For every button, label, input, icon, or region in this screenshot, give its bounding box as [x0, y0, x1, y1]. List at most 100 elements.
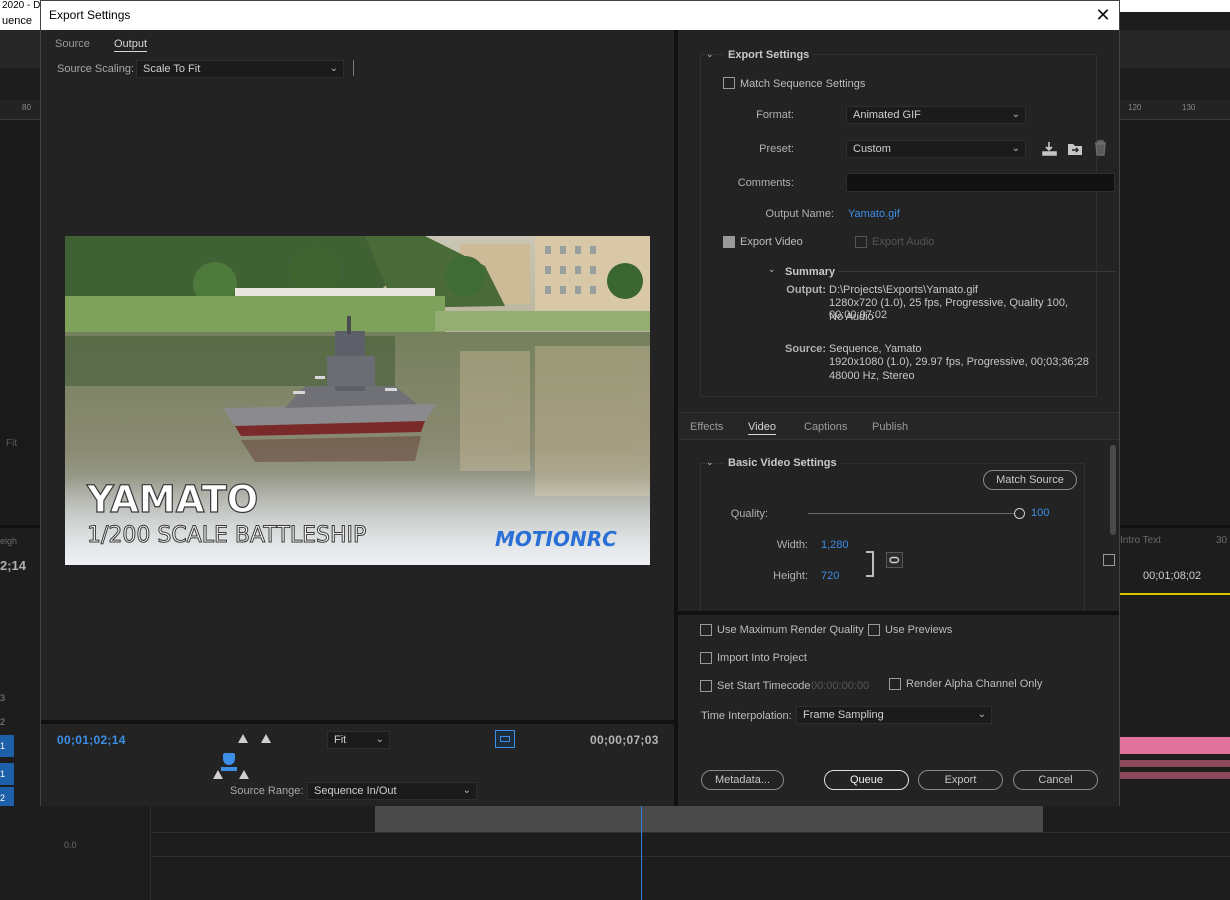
aspect-correction-icon[interactable]	[495, 730, 515, 748]
tab-effects[interactable]: Effects	[690, 421, 723, 433]
right-divider	[1120, 525, 1230, 528]
source-scaling-value: Scale To Fit	[143, 63, 201, 75]
track-label-v1[interactable]: 1	[0, 735, 14, 757]
match-sequence-checkbox[interactable]	[723, 77, 735, 89]
track-label-v2[interactable]: 2	[0, 711, 12, 733]
output-name-label: Output Name:	[765, 208, 834, 220]
timeline-line-2	[150, 856, 1230, 857]
delete-preset-icon[interactable]	[1094, 140, 1107, 156]
preview-scene: YAMATO 1/200 SCALE BATTLESHIP MOTIONRC	[65, 236, 650, 565]
time-interp-label: Time Interpolation:	[701, 710, 792, 722]
cancel-button[interactable]: Cancel	[1013, 770, 1098, 790]
source-range-value: Sequence In/Out	[314, 785, 397, 797]
zoom-value: Fit	[334, 734, 347, 746]
preview-subtitle: 1/200 SCALE BATTLESHIP	[87, 523, 366, 548]
time-interp-dropdown[interactable]: Frame Sampling ⌄	[796, 706, 992, 724]
tab-publish[interactable]: Publish	[872, 421, 908, 433]
export-audio-label: Export Audio	[872, 236, 935, 248]
export-audio-checkbox[interactable]	[855, 236, 867, 248]
range-in-handle-icon[interactable]	[213, 770, 223, 779]
render-alpha-checkbox[interactable]	[889, 678, 901, 690]
quality-value[interactable]: 100	[1031, 507, 1049, 519]
source-scaling-dropdown[interactable]: Scale To Fit ⌄	[136, 60, 344, 78]
summary-source-line-2: 1920x1080 (1.0), 29.97 fps, Progressive,…	[829, 356, 1089, 368]
comments-label: Comments:	[737, 177, 794, 189]
summary-source-line-3: 48000 Hz, Stereo	[829, 370, 915, 382]
playback-controls: 00;01;02;14 Fit ⌄ 00;00;07;03 Source Ran…	[41, 724, 674, 806]
set-start-checkbox[interactable]	[700, 680, 712, 692]
summary-output-line-3: No Audio	[829, 311, 874, 323]
left-ruler: 80	[0, 100, 40, 120]
use-previews-label: Use Previews	[885, 624, 953, 636]
output-name-link[interactable]: Yamato.gif	[848, 208, 900, 220]
fit-label: Fit	[6, 438, 18, 449]
preset-dropdown[interactable]: Custom ⌄	[846, 140, 1026, 158]
source-range-dropdown[interactable]: Sequence In/Out ⌄	[307, 782, 477, 800]
resize-checkbox[interactable]	[1103, 554, 1115, 566]
export-settings-title: Export Settings	[724, 49, 814, 61]
current-timecode[interactable]: 00;01;02;14	[57, 733, 126, 747]
quality-slider-thumb[interactable]	[1014, 508, 1025, 519]
track-label-a1[interactable]: 1	[0, 763, 14, 785]
format-value: Animated GIF	[853, 109, 921, 121]
match-sequence-label: Match Sequence Settings	[740, 78, 866, 90]
app-menu-sequence[interactable]: uence	[0, 12, 40, 30]
master-value: 0.0	[64, 840, 77, 850]
format-dropdown[interactable]: Animated GIF ⌄	[846, 106, 1026, 124]
save-preset-icon[interactable]	[1042, 141, 1057, 156]
comments-field[interactable]	[846, 173, 1115, 192]
tab-output[interactable]: Output	[114, 38, 148, 52]
preset-value: Custom	[853, 143, 891, 155]
link-dimensions-icon[interactable]	[886, 552, 903, 568]
duration-timecode: 00;00;07;03	[590, 733, 659, 747]
match-source-button[interactable]: Match Source	[983, 470, 1077, 490]
chevron-down-icon: ⌄	[977, 709, 986, 720]
zoom-dropdown[interactable]: Fit ⌄	[327, 731, 390, 749]
render-alpha-label: Render Alpha Channel Only	[906, 678, 1043, 690]
import-project-checkbox[interactable]	[700, 652, 712, 664]
chevron-down-icon: ⌄	[1011, 109, 1020, 120]
import-preset-icon[interactable]	[1067, 141, 1083, 156]
tab-video[interactable]: Video	[748, 421, 776, 435]
in-point-icon[interactable]	[238, 734, 248, 743]
set-start-label: Set Start Timecode	[717, 680, 811, 692]
tab-source[interactable]: Source	[55, 38, 90, 50]
ruler-label: 80	[22, 103, 31, 112]
right-panel-bg	[1120, 120, 1230, 525]
collapse-chevron-icon[interactable]: ⌄	[706, 49, 714, 60]
height-value[interactable]: 720	[821, 570, 839, 582]
playhead-marker-icon[interactable]	[223, 753, 235, 765]
tab-captions[interactable]: Captions	[804, 421, 847, 433]
out-point-icon[interactable]	[261, 734, 271, 743]
export-settings-dialog: Export Settings ✕ Source Output Source S…	[40, 0, 1120, 806]
width-value[interactable]: 1,280	[821, 539, 849, 551]
maroon-clip-1	[1120, 760, 1230, 767]
export-button[interactable]: Export	[918, 770, 1003, 790]
summary-chevron-icon[interactable]: ⌄	[768, 264, 776, 275]
source-range-label: Source Range:	[230, 785, 304, 797]
chevron-down-icon: ⌄	[1011, 143, 1020, 154]
dialog-title: Export Settings	[41, 1, 1119, 30]
close-icon[interactable]: ✕	[1093, 5, 1113, 25]
queue-button[interactable]: Queue	[824, 770, 909, 790]
preset-label: Preset:	[759, 143, 794, 155]
summary-source-label: Source:	[785, 343, 826, 355]
vertical-scrollbar[interactable]	[1110, 445, 1116, 535]
use-previews-checkbox[interactable]	[868, 624, 880, 636]
metadata-button[interactable]: Metadata...	[701, 770, 784, 790]
range-out-handle-icon[interactable]	[239, 770, 249, 779]
quality-slider-track[interactable]	[808, 513, 1020, 514]
video-preview: YAMATO 1/200 SCALE BATTLESHIP MOTIONRC	[65, 236, 650, 565]
max-render-checkbox[interactable]	[700, 624, 712, 636]
width-label: Width:	[776, 539, 808, 551]
track-label-v3[interactable]: 3	[0, 687, 12, 709]
chevron-down-icon: ⌄	[329, 63, 338, 74]
chevron-down-icon: ⌄	[462, 785, 471, 796]
timeline-playhead[interactable]	[641, 806, 642, 900]
export-video-checkbox[interactable]	[723, 236, 735, 248]
basic-video-chevron-icon[interactable]: ⌄	[706, 457, 714, 468]
summary-title: Summary	[785, 266, 836, 278]
track-header-divider	[150, 806, 151, 900]
settings-tab-bar: Effects Video Captions Publish	[678, 412, 1119, 440]
import-project-label: Import Into Project	[717, 652, 807, 664]
